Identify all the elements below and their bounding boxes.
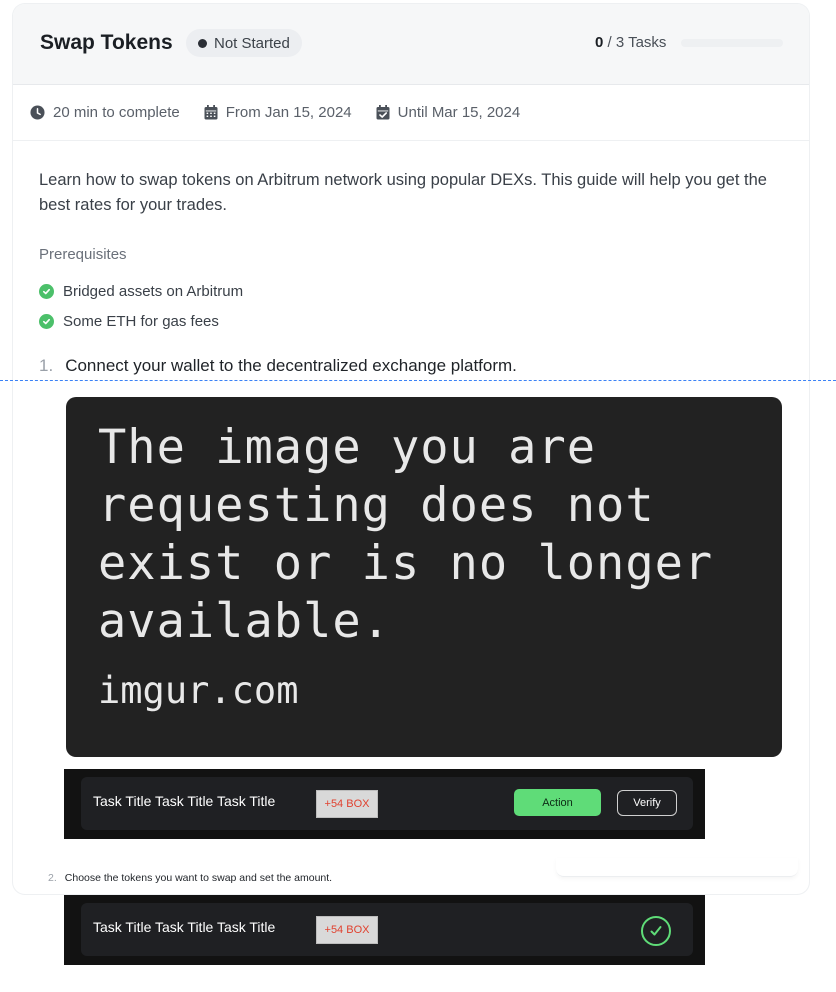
duration-text: 20 min to complete: [53, 104, 180, 121]
step-number: 1.: [39, 356, 54, 375]
task-row: Task Title Task Title Task Title +54 BOX: [64, 895, 705, 965]
prerequisite-item: Some ETH for gas fees: [39, 306, 243, 336]
step-2: 2. Choose the tokens you want to swap an…: [48, 872, 332, 884]
calendar-icon: [204, 105, 218, 120]
calendar-check-icon: [376, 105, 390, 120]
start-date-text: From Jan 15, 2024: [225, 104, 352, 121]
tasks-count: 0 / 3 Tasks: [595, 34, 666, 51]
side-panel-edge: [556, 858, 798, 877]
reward-badge: +54 BOX: [316, 790, 378, 818]
end-date-meta: Until Mar 15, 2024: [376, 104, 521, 121]
missing-image-site: imgur.com: [98, 669, 299, 712]
check-circle-icon: [39, 313, 54, 329]
status-dot-icon: [198, 38, 207, 48]
tasks-done: 0: [595, 34, 604, 51]
check-circle-icon: [39, 283, 54, 299]
end-date-text: Until Mar 15, 2024: [397, 104, 521, 121]
quest-meta: 20 min to complete From Jan 15, 2024 Unt…: [13, 85, 809, 141]
step-text: Connect your wallet to the decentralized…: [65, 356, 517, 375]
prerequisite-label: Bridged assets on Arbitrum: [63, 282, 244, 300]
status-badge: Not Started: [186, 29, 302, 57]
drop-indicator-line: [0, 380, 836, 381]
step-number: 2.: [48, 872, 57, 884]
checkmark-circle-icon: [641, 916, 671, 946]
tasks-progress-bar: [681, 39, 783, 47]
task-title: Task Title Task Title Task Title: [93, 919, 276, 935]
quest-title: Swap Tokens: [40, 31, 173, 54]
start-date-meta: From Jan 15, 2024: [204, 104, 352, 121]
status-label: Not Started: [214, 34, 290, 52]
prerequisites-heading: Prerequisites: [39, 246, 127, 263]
prerequisite-label: Some ETH for gas fees: [63, 312, 219, 330]
verify-button[interactable]: Verify: [617, 790, 677, 816]
action-button[interactable]: Action: [514, 789, 601, 816]
duration-meta: 20 min to complete: [30, 104, 180, 121]
missing-image-message: The image you are requesting does not ex…: [98, 420, 714, 649]
step-text: Choose the tokens you want to swap and s…: [64, 872, 333, 884]
clock-icon: [30, 105, 45, 120]
prerequisite-item: Bridged assets on Arbitrum: [39, 276, 243, 306]
tasks-total: / 3 Tasks: [607, 34, 667, 51]
task-card: Task Title Task Title Task Title +54 BOX…: [81, 777, 693, 830]
quest-description: Learn how to swap tokens on Arbitrum net…: [39, 171, 767, 214]
task-row: Task Title Task Title Task Title +54 BOX…: [64, 769, 705, 839]
step-1: 1. Connect your wallet to the decentrali…: [39, 356, 517, 376]
missing-image-placeholder: The image you are requesting does not ex…: [66, 397, 782, 757]
task-title: Task Title Task Title Task Title: [93, 793, 276, 809]
prerequisites-list: Bridged assets on Arbitrum Some ETH for …: [39, 276, 243, 336]
quest-header: Swap Tokens Not Started 0 / 3 Tasks: [13, 4, 809, 85]
reward-badge: +54 BOX: [316, 916, 378, 944]
task-card: Task Title Task Title Task Title +54 BOX: [81, 903, 693, 956]
